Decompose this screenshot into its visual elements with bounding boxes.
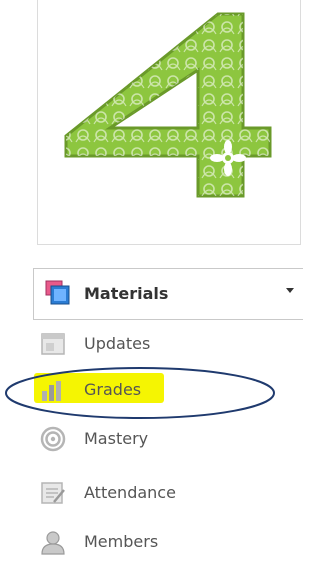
nav-item-members[interactable]: Members xyxy=(40,527,290,557)
course-logo-image xyxy=(64,12,272,198)
nav-item-attendance[interactable]: Attendance xyxy=(40,478,290,508)
nav-item-label: Members xyxy=(84,532,159,551)
chevron-down-icon[interactable] xyxy=(286,288,294,293)
attendance-icon xyxy=(41,482,65,504)
materials-icon xyxy=(45,280,70,305)
nav-item-label: Updates xyxy=(84,334,151,353)
course-logo-card xyxy=(37,0,301,245)
nav-item-label: Mastery xyxy=(84,429,149,448)
updates-icon xyxy=(41,333,65,355)
members-icon xyxy=(41,531,65,555)
digit-four-graphic xyxy=(64,12,272,198)
annotation-ellipse xyxy=(5,367,275,419)
materials-dropdown[interactable]: Materials xyxy=(33,268,303,320)
materials-label: Materials xyxy=(84,284,169,303)
nav-item-updates[interactable]: Updates xyxy=(40,329,290,359)
nav-item-label: Attendance xyxy=(84,483,176,502)
